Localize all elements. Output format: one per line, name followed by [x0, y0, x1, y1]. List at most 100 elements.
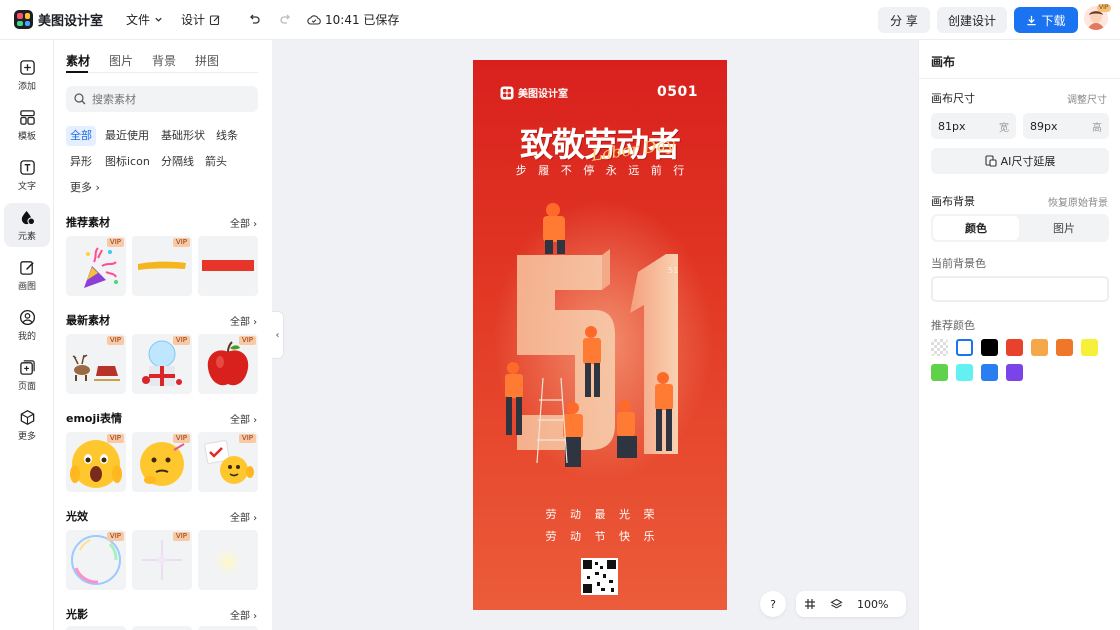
- chip-dividers[interactable]: 分隔线: [157, 152, 198, 172]
- color-swatch[interactable]: [981, 339, 998, 356]
- bg-tab-image[interactable]: 图片: [1021, 216, 1107, 240]
- section-all-emoji[interactable]: 全部 ›: [230, 411, 257, 426]
- material-thinking-emoji[interactable]: VIP: [132, 432, 192, 492]
- section-all-recommended[interactable]: 全部 ›: [230, 215, 257, 230]
- create-design-button[interactable]: 创建设计: [937, 7, 1007, 33]
- chip-lines[interactable]: 线条: [212, 126, 242, 146]
- adjust-size-link[interactable]: 调整尺寸: [1067, 91, 1107, 106]
- poster-date: 0501: [657, 84, 698, 100]
- tab-images[interactable]: 图片: [109, 52, 133, 69]
- rail-item-mine[interactable]: 我的: [4, 303, 50, 347]
- top-bar: 美图设计室 文件 设计 10:41 已保存 分 享 创建设计 下载 VIP: [0, 0, 1120, 40]
- height-field[interactable]: 89px 高: [1023, 113, 1109, 139]
- section-all-newest[interactable]: 全部 ›: [230, 313, 257, 328]
- canvas-tools: 100%: [796, 591, 906, 617]
- color-swatch[interactable]: [1006, 339, 1023, 356]
- section-all-light-effects[interactable]: 全部 ›: [230, 509, 257, 524]
- current-bg-color[interactable]: [931, 276, 1109, 302]
- bg-tab-color[interactable]: 颜色: [933, 216, 1019, 240]
- poster-slogan-2: 劳 动 节 快 乐: [545, 530, 655, 543]
- material-placeholder[interactable]: [132, 626, 192, 630]
- material-apple[interactable]: VIP: [198, 334, 258, 394]
- rail-label-more: 更多: [17, 431, 36, 442]
- width-field[interactable]: 81px 宽: [931, 113, 1016, 139]
- color-swatch[interactable]: [1006, 364, 1023, 381]
- material-party-popper[interactable]: VIP: [66, 236, 126, 296]
- color-swatch[interactable]: [981, 364, 998, 381]
- chip-arrows[interactable]: 箭头: [201, 152, 231, 172]
- save-status-text: 10:41 已保存: [325, 13, 400, 27]
- logo-icon: [14, 10, 33, 29]
- height-unit: 高: [1092, 122, 1102, 134]
- color-swatch[interactable]: [931, 339, 948, 356]
- cube-icon: [20, 409, 34, 425]
- collapse-panel-button[interactable]: ‹: [272, 311, 284, 359]
- color-swatch[interactable]: [931, 364, 948, 381]
- restore-bg-link[interactable]: 恢复原始背景: [1048, 194, 1108, 209]
- chip-more-label: 更多: [70, 181, 92, 194]
- chip-recent[interactable]: 最近使用: [101, 126, 153, 146]
- rail-item-template[interactable]: 模板: [4, 103, 50, 147]
- search-box[interactable]: [66, 86, 258, 112]
- tab-backgrounds[interactable]: 背景: [152, 52, 176, 69]
- material-yellow-brush[interactable]: VIP: [132, 236, 192, 296]
- color-swatch[interactable]: [1056, 339, 1073, 356]
- layers-icon[interactable]: [830, 598, 843, 611]
- color-swatch[interactable]: [1031, 339, 1048, 356]
- rail-label-template: 模板: [17, 131, 36, 142]
- vip-badge: VIP: [1097, 4, 1111, 12]
- canvas-size-label: 画布尺寸: [931, 92, 975, 105]
- user-icon: [19, 309, 35, 325]
- material-placeholder[interactable]: [66, 626, 126, 630]
- chip-icons[interactable]: 图标icon: [101, 152, 154, 172]
- rail-item-draw[interactable]: 画图: [4, 253, 50, 297]
- cloud-check-icon: [307, 14, 321, 25]
- material-red-rectangle[interactable]: [198, 236, 258, 296]
- chevron-right-icon: ›: [95, 181, 100, 194]
- material-check-emoji[interactable]: VIP: [198, 432, 258, 492]
- tab-materials[interactable]: 素材: [66, 52, 90, 69]
- section-title-newest: 最新素材: [66, 314, 110, 327]
- grid-icon[interactable]: [804, 598, 816, 610]
- design-canvas[interactable]: 美图设计室 0501 致敬劳动者 Labor Day 步 履 不 停 永 远 前…: [473, 60, 727, 610]
- material-shocked-emoji[interactable]: VIP: [66, 432, 126, 492]
- color-swatch[interactable]: [956, 339, 973, 356]
- material-sparkle-light[interactable]: VIP: [132, 530, 192, 590]
- rail-item-add[interactable]: 添加: [4, 53, 50, 97]
- zoom-level[interactable]: 100%: [857, 598, 888, 611]
- design-menu[interactable]: 设计: [181, 11, 221, 28]
- chip-basic-shapes[interactable]: 基础形状: [157, 126, 209, 146]
- rail-item-pages[interactable]: 页面: [4, 353, 50, 397]
- download-icon: [1027, 15, 1037, 25]
- material-placeholder[interactable]: [198, 626, 258, 630]
- rail-label-add: 添加: [17, 81, 36, 92]
- material-soft-glow[interactable]: [198, 530, 258, 590]
- vip-tag: VIP: [106, 238, 124, 247]
- chip-all[interactable]: 全部: [66, 126, 96, 146]
- rail-item-elements[interactable]: 元素: [4, 203, 50, 247]
- material-reindeer-sleigh[interactable]: VIP: [66, 334, 126, 394]
- ai-extend-button[interactable]: AI尺寸延展: [931, 148, 1109, 174]
- rail-item-more[interactable]: 更多: [4, 403, 50, 447]
- tab-collage[interactable]: 拼图: [195, 52, 219, 69]
- color-swatch[interactable]: [1081, 339, 1098, 356]
- download-button[interactable]: 下载: [1014, 7, 1078, 33]
- undo-button[interactable]: [247, 13, 261, 27]
- material-snow-globe[interactable]: VIP: [132, 334, 192, 394]
- section-all-light-shadow[interactable]: 全部 ›: [230, 607, 257, 622]
- rail-item-text[interactable]: 文字: [4, 153, 50, 197]
- material-rainbow-bubble[interactable]: VIP: [66, 530, 126, 590]
- search-input[interactable]: [92, 92, 242, 106]
- rail-label-pages: 页面: [17, 381, 36, 392]
- all-label: 全部: [230, 611, 250, 622]
- vip-tag: VIP: [172, 532, 190, 541]
- color-swatch[interactable]: [956, 364, 973, 381]
- recommended-colors-label: 推荐颜色: [931, 319, 975, 332]
- chip-irregular[interactable]: 异形: [66, 152, 96, 172]
- chip-more[interactable]: 更多 ›: [66, 178, 104, 198]
- app-logo[interactable]: 美图设计室: [14, 10, 114, 29]
- help-button[interactable]: ?: [760, 591, 786, 617]
- file-menu[interactable]: 文件: [126, 11, 163, 28]
- share-button[interactable]: 分 享: [878, 7, 930, 33]
- redo-button[interactable]: [279, 13, 293, 27]
